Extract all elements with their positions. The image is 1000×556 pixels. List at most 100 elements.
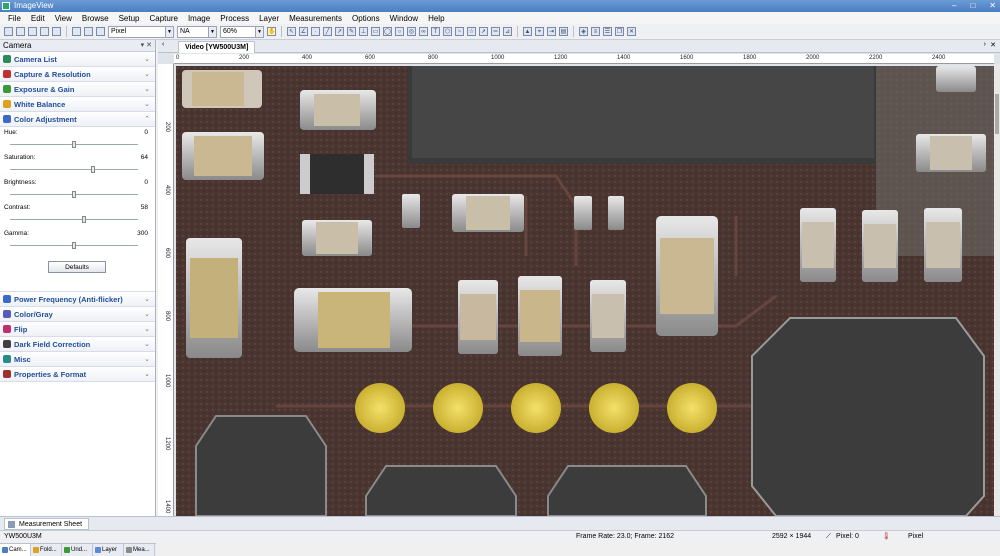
line-icon[interactable]: ╱: [323, 27, 332, 36]
hue-slider[interactable]: [10, 141, 138, 148]
vertical-scrollbar[interactable]: [994, 64, 1000, 516]
tab-undo[interactable]: Und...: [62, 544, 93, 556]
export-icon[interactable]: ⇥: [547, 27, 556, 36]
menu-setup[interactable]: Setup: [119, 14, 140, 23]
tab-video[interactable]: Video [YW500U3M]: [178, 41, 256, 53]
gamma-slider[interactable]: [10, 242, 138, 249]
section-misc[interactable]: Misc ⌄: [0, 352, 155, 367]
star-icon[interactable]: ☆: [467, 27, 476, 36]
zoom-select[interactable]: 60% ▼: [220, 25, 264, 38]
chart-icon[interactable]: ▲: [523, 27, 532, 36]
save-all-icon[interactable]: [40, 27, 49, 36]
tab-measurement-sheet[interactable]: Measurement Sheet: [4, 518, 90, 530]
menu-layer[interactable]: Layer: [259, 14, 279, 23]
layers-icon[interactable]: ◈: [579, 27, 588, 36]
menu-file[interactable]: File: [8, 14, 21, 23]
multi-circle-icon[interactable]: ◎: [407, 27, 416, 36]
align-icon[interactable]: ≡: [591, 27, 600, 36]
ellipse-icon[interactable]: ◯: [383, 27, 392, 36]
camera-panel: Camera ▾ ✕ Camera List ⌄ Capture & Resolu…: [0, 40, 156, 556]
section-dark-field-correction[interactable]: Dark Field Correction ⌄: [0, 337, 155, 352]
slider-thumb[interactable]: [72, 191, 76, 198]
na-select[interactable]: NA ▼: [177, 25, 217, 38]
section-capture-resolution[interactable]: Capture & Resolution ⌄: [0, 67, 155, 82]
ruler-tick-label: 400: [164, 185, 170, 196]
folder-icon[interactable]: [72, 27, 81, 36]
color-adjustment-icon: [3, 115, 11, 123]
contrast-row: Contrast: 58: [4, 204, 148, 211]
section-flip[interactable]: Flip ⌄: [0, 322, 155, 337]
saturation-slider[interactable]: [10, 166, 138, 173]
panel-controls[interactable]: ▾ ✕: [141, 40, 152, 52]
live-video-image[interactable]: [176, 66, 994, 516]
section-power-frequency[interactable]: Power Frequency (Anti-flicker) ⌄: [0, 292, 155, 307]
copy-icon[interactable]: ❐: [615, 27, 624, 36]
menu-window[interactable]: Window: [390, 14, 418, 23]
save-icon[interactable]: [28, 27, 37, 36]
tab-folder[interactable]: Fold...: [31, 544, 62, 556]
scrollbar-thumb[interactable]: [995, 94, 999, 134]
close-button[interactable]: ✕: [989, 0, 996, 12]
toolbar-separator: [281, 26, 282, 37]
pointer-icon[interactable]: ↖: [287, 27, 296, 36]
tab-scroll-left-icon[interactable]: ‹: [162, 41, 164, 48]
arrow-line-icon[interactable]: ↗: [335, 27, 344, 36]
rectangle-icon[interactable]: ▭: [371, 27, 380, 36]
text-icon[interactable]: T: [431, 27, 440, 36]
tab-camera[interactable]: Cam...: [0, 544, 31, 556]
vertical-ruler: 200 400 600 800 1000 1200 1400: [158, 64, 174, 516]
curve-icon[interactable]: ~: [455, 27, 464, 36]
delete-icon[interactable]: ✕: [627, 27, 636, 36]
new-file-icon[interactable]: [4, 27, 13, 36]
menu-process[interactable]: Process: [220, 14, 249, 23]
section-exposure-gain[interactable]: Exposure & Gain ⌄: [0, 82, 155, 97]
defaults-button[interactable]: Defaults: [48, 261, 106, 273]
section-color-gray[interactable]: Color/Gray ⌄: [0, 307, 155, 322]
menu-browse[interactable]: Browse: [82, 14, 109, 23]
tab-measurement[interactable]: Mea...: [124, 544, 155, 556]
section-camera-list[interactable]: Camera List ⌄: [0, 52, 155, 67]
section-white-balance[interactable]: White Balance ⌄: [0, 97, 155, 112]
perpendicular-icon[interactable]: ⊥: [359, 27, 368, 36]
circle-icon[interactable]: ○: [395, 27, 404, 36]
tab-layer[interactable]: Layer: [93, 544, 124, 556]
measure-icon[interactable]: ⊿: [503, 27, 512, 36]
tab-scroll-right-icon[interactable]: ›: [984, 41, 986, 48]
menu-measurements[interactable]: Measurements: [289, 14, 342, 23]
menu-image[interactable]: Image: [188, 14, 210, 23]
angle-icon[interactable]: ∠: [299, 27, 308, 36]
slider-thumb[interactable]: [72, 141, 76, 148]
parallel-icon[interactable]: ═: [491, 27, 500, 36]
menu-help[interactable]: Help: [428, 14, 444, 23]
chain-icon[interactable]: ∞: [419, 27, 428, 36]
contrast-slider[interactable]: [10, 216, 138, 223]
brightness-slider[interactable]: [10, 191, 138, 198]
layout-icon[interactable]: [96, 27, 105, 36]
status-camera: YW500U3M: [4, 533, 42, 540]
stack-icon[interactable]: ☰: [603, 27, 612, 36]
point-icon[interactable]: ·: [311, 27, 320, 36]
pen-icon[interactable]: ✎: [347, 27, 356, 36]
slider-thumb[interactable]: [72, 242, 76, 249]
maximize-button[interactable]: □: [970, 0, 975, 12]
camera-icon[interactable]: [52, 27, 61, 36]
menu-options[interactable]: Options: [352, 14, 380, 23]
pixel-cursor-icon: ⟋: [826, 533, 831, 540]
menu-capture[interactable]: Capture: [149, 14, 177, 23]
close-icon[interactable]: ✕: [990, 41, 996, 49]
polygon-icon[interactable]: ⬡: [443, 27, 452, 36]
slider-thumb[interactable]: [90, 166, 95, 173]
menu-view[interactable]: View: [55, 14, 72, 23]
slider-thumb[interactable]: [81, 216, 86, 223]
section-color-adjustment[interactable]: Color Adjustment ⌃: [0, 112, 155, 127]
section-properties-format[interactable]: Properties & Format ⌄: [0, 367, 155, 382]
menu-edit[interactable]: Edit: [31, 14, 45, 23]
grid-icon[interactable]: [84, 27, 93, 36]
open-file-icon[interactable]: [16, 27, 25, 36]
minimize-button[interactable]: –: [952, 0, 956, 12]
calibrate-icon[interactable]: ⌖: [535, 27, 544, 36]
pan-hand-icon[interactable]: ✋: [267, 27, 276, 36]
report-icon[interactable]: ▤: [559, 27, 568, 36]
arrow-icon[interactable]: ➚: [479, 27, 488, 36]
unit-select[interactable]: Pixel ▼: [108, 25, 174, 38]
